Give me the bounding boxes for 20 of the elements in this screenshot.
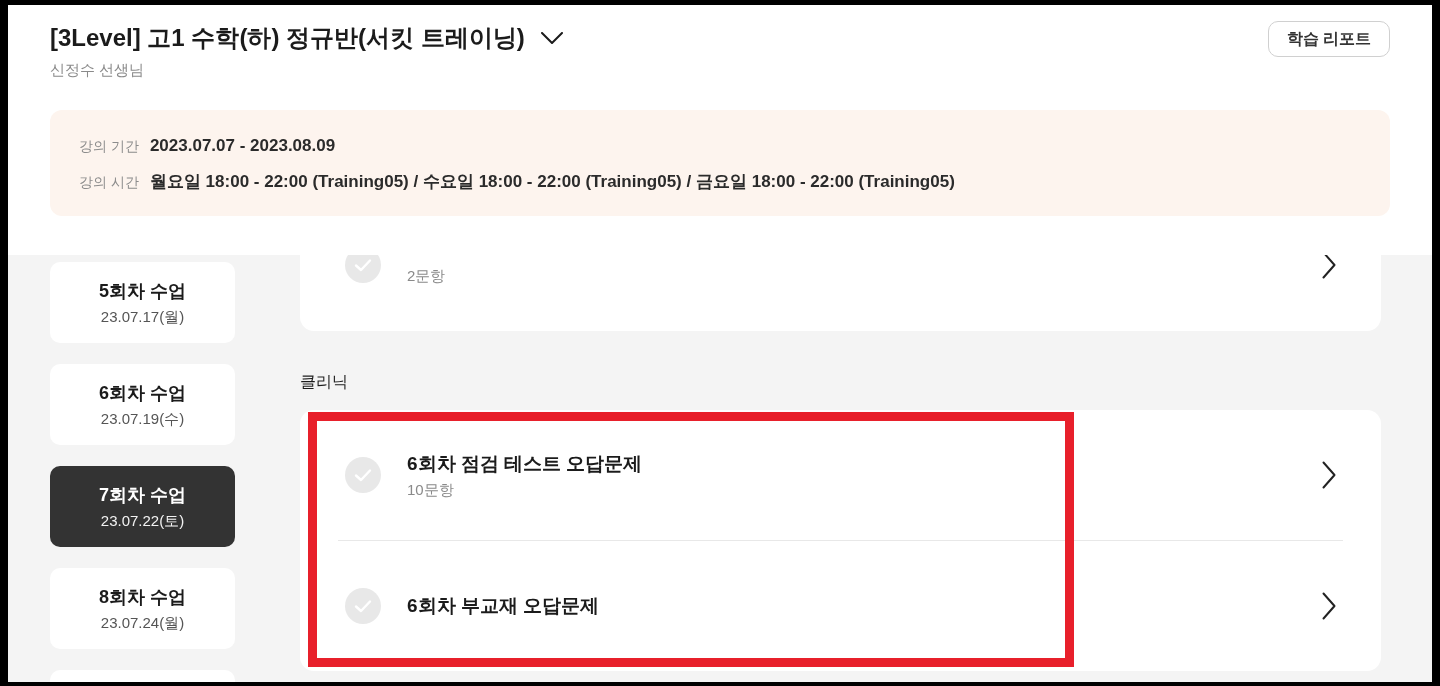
info-label: 강의 기간: [79, 137, 139, 156]
teacher-name: 신정수 선생님: [50, 60, 146, 80]
report-button[interactable]: 학습 리포트: [1268, 21, 1390, 57]
chevron-down-icon[interactable]: [540, 32, 563, 44]
session-card[interactable]: 7회차 수업 23.07.22(토): [50, 466, 235, 547]
info-value: 2023.07.07 - 2023.08.09: [149, 135, 336, 157]
chevron-right-icon[interactable]: [1322, 592, 1336, 620]
question-count: 2문항: [407, 265, 446, 286]
info-label: 강의 시간: [79, 173, 139, 192]
chevron-right-icon[interactable]: [1322, 461, 1336, 489]
item-title[interactable]: 6회차 부교재 오답문제: [407, 593, 600, 619]
question-count: 10문항: [407, 479, 454, 500]
session-card[interactable]: 5회차 수업 23.07.17(월): [50, 262, 235, 343]
section-heading: 클리닉: [300, 372, 349, 392]
course-title: [3Level] 고1 수학(하) 정규반(서킷 트레이닝): [50, 23, 525, 53]
session-card[interactable]: 6회차 수업 23.07.19(수): [50, 364, 235, 445]
session-card[interactable]: 8회차 수업 23.07.24(월): [50, 568, 235, 649]
item-title[interactable]: 6회차 점검 테스트 오답문제: [407, 450, 643, 477]
info-value: 월요일 18:00 - 22:00 (Training05) / 수요일 18:00 - 22:00 (Training05) / 금요일 18:00 - 22:00 (Training05): [149, 171, 955, 193]
chevron-right-icon[interactable]: [1322, 255, 1336, 279]
